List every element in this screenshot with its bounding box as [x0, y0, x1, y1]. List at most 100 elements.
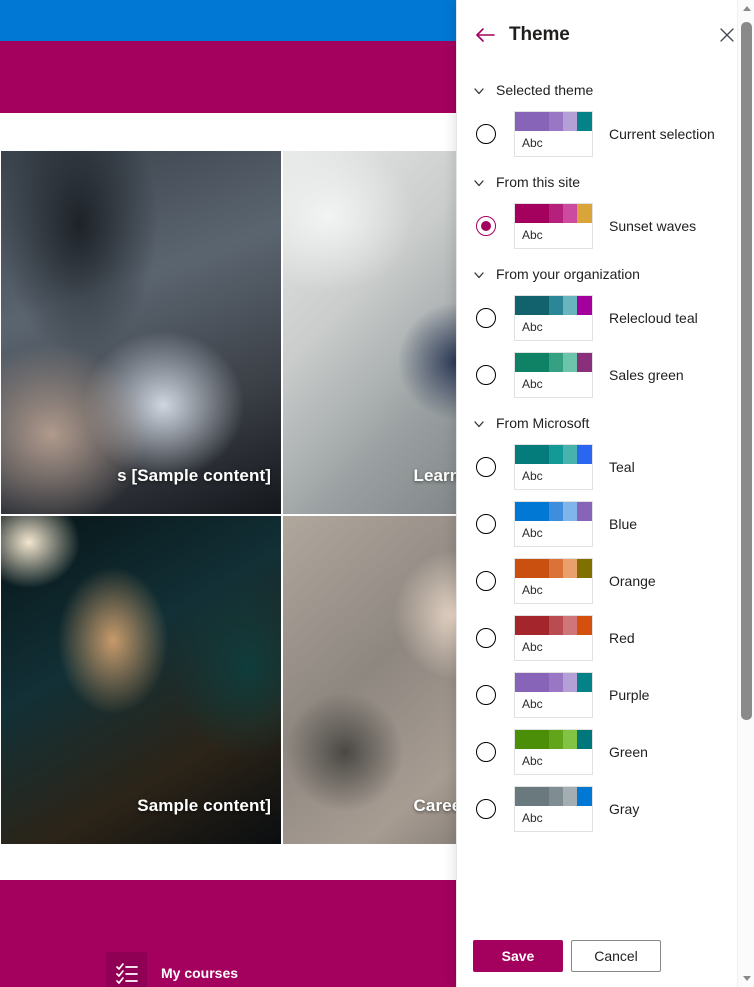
swatch-color — [576, 615, 592, 635]
theme-swatch[interactable]: Abc — [514, 443, 593, 490]
theme-swatch-colors — [515, 352, 592, 372]
theme-radio[interactable] — [476, 741, 496, 762]
theme-radio-selected[interactable] — [476, 215, 496, 236]
swatch-color — [562, 203, 577, 223]
chevron-down-icon — [473, 176, 485, 188]
panel-footer: Save Cancel — [457, 925, 754, 987]
theme-option-row[interactable]: Abc Sunset waves — [473, 197, 734, 254]
theme-radio[interactable] — [476, 570, 496, 591]
theme-swatch-colors — [515, 729, 592, 749]
chevron-down-icon — [473, 417, 485, 429]
theme-name-label: Gray — [609, 800, 640, 817]
section-header-from-this-site[interactable]: From this site — [473, 167, 734, 197]
theme-swatch[interactable]: Abc — [514, 671, 593, 718]
theme-radio[interactable] — [476, 456, 496, 477]
swatch-color — [515, 672, 549, 692]
theme-option-row[interactable]: Abc Current selection — [473, 105, 734, 162]
section-header-from-microsoft[interactable]: From Microsoft — [473, 408, 734, 438]
swatch-color — [576, 786, 592, 806]
theme-option-row[interactable]: Abc Gray — [473, 780, 734, 837]
theme-option-row[interactable]: Abc Relecloud teal — [473, 289, 734, 346]
scroll-up-arrow-icon[interactable] — [738, 0, 754, 17]
theme-radio[interactable] — [476, 798, 496, 819]
section-label: From Microsoft — [496, 415, 590, 431]
theme-panel: Theme Selected theme Abc Current selection… — [456, 0, 754, 987]
theme-swatch[interactable]: Abc — [514, 728, 593, 775]
theme-radio[interactable] — [476, 684, 496, 705]
theme-swatch[interactable]: Abc — [514, 110, 593, 157]
theme-option-row[interactable]: Abc Red — [473, 609, 734, 666]
hero-tile-title: Career developm — [413, 796, 456, 815]
cancel-button[interactable]: Cancel — [571, 940, 661, 972]
swatch-color — [562, 501, 577, 521]
swatch-color — [576, 111, 592, 131]
theme-option-row[interactable]: Abc Blue — [473, 495, 734, 552]
panel-header: Theme — [457, 0, 754, 70]
swatch-color — [515, 786, 549, 806]
theme-radio[interactable] — [476, 307, 496, 328]
theme-swatch-colors — [515, 203, 592, 223]
theme-radio[interactable] — [476, 364, 496, 385]
site-nav-strip — [0, 113, 456, 150]
hero-tile[interactable]: s [Sample content] — [0, 150, 282, 515]
swatch-color — [548, 672, 563, 692]
scroll-down-arrow-icon[interactable] — [738, 970, 754, 987]
hero-tile-title: Learn a new lang — [413, 466, 456, 485]
theme-option-row[interactable]: Abc Sales green — [473, 346, 734, 403]
hero-tile[interactable]: Career developm — [282, 515, 456, 845]
theme-swatch[interactable]: Abc — [514, 294, 593, 341]
theme-swatch-colors — [515, 444, 592, 464]
theme-swatch-colors — [515, 615, 592, 635]
theme-swatch[interactable]: Abc — [514, 202, 593, 249]
theme-name-label: Sales green — [609, 366, 684, 383]
theme-radio[interactable] — [476, 123, 496, 144]
swatch-color — [562, 672, 577, 692]
theme-option-row[interactable]: Abc Green — [473, 723, 734, 780]
chevron-down-icon — [473, 84, 485, 96]
section-header-selected-theme[interactable]: Selected theme — [473, 75, 734, 105]
theme-swatch-colors — [515, 786, 592, 806]
theme-swatch[interactable]: Abc — [514, 351, 593, 398]
theme-option-row[interactable]: Abc Teal — [473, 438, 734, 495]
my-courses-link[interactable]: My courses — [106, 952, 238, 987]
theme-swatch[interactable]: Abc — [514, 785, 593, 832]
section-header-from-your-organization[interactable]: From your organization — [473, 259, 734, 289]
theme-option-row[interactable]: Abc Purple — [473, 666, 734, 723]
screen: s [Sample content] Learn a new lang Samp… — [0, 0, 754, 987]
theme-swatch[interactable]: Abc — [514, 614, 593, 661]
swatch-color — [562, 352, 577, 372]
swatch-color — [548, 203, 563, 223]
panel-scrollbar[interactable] — [737, 0, 754, 987]
theme-swatch[interactable]: Abc — [514, 557, 593, 604]
swatch-sample-text: Abc — [522, 583, 543, 597]
section-label: Selected theme — [496, 82, 594, 98]
swatch-sample-text: Abc — [522, 526, 543, 540]
swatch-sample-text: Abc — [522, 811, 543, 825]
theme-swatch[interactable]: Abc — [514, 500, 593, 547]
swatch-color — [548, 111, 563, 131]
swatch-color — [548, 295, 563, 315]
swatch-color — [562, 295, 577, 315]
theme-list[interactable]: Selected theme Abc Current selection From t… — [457, 70, 754, 925]
swatch-color — [576, 352, 592, 372]
theme-name-label: Red — [609, 629, 635, 646]
hero-tile[interactable]: Sample content] — [0, 515, 282, 845]
swatch-color — [576, 558, 592, 578]
scrollbar-thumb[interactable] — [741, 22, 752, 720]
theme-option-row[interactable]: Abc Orange — [473, 552, 734, 609]
hero-tile[interactable]: Learn a new lang — [282, 150, 456, 515]
theme-radio[interactable] — [476, 513, 496, 534]
site-page-background: s [Sample content] Learn a new lang Samp… — [0, 0, 456, 987]
suite-bar — [0, 0, 456, 41]
hero-tiles: s [Sample content] Learn a new lang Samp… — [0, 150, 456, 880]
swatch-color — [548, 444, 563, 464]
section-label: From your organization — [496, 266, 640, 282]
save-button[interactable]: Save — [473, 940, 563, 972]
swatch-color — [515, 203, 549, 223]
swatch-color — [576, 444, 592, 464]
theme-radio[interactable] — [476, 627, 496, 648]
back-arrow-icon[interactable] — [473, 23, 497, 47]
swatch-color — [548, 729, 563, 749]
section-label: From this site — [496, 174, 581, 190]
swatch-color — [515, 295, 549, 315]
